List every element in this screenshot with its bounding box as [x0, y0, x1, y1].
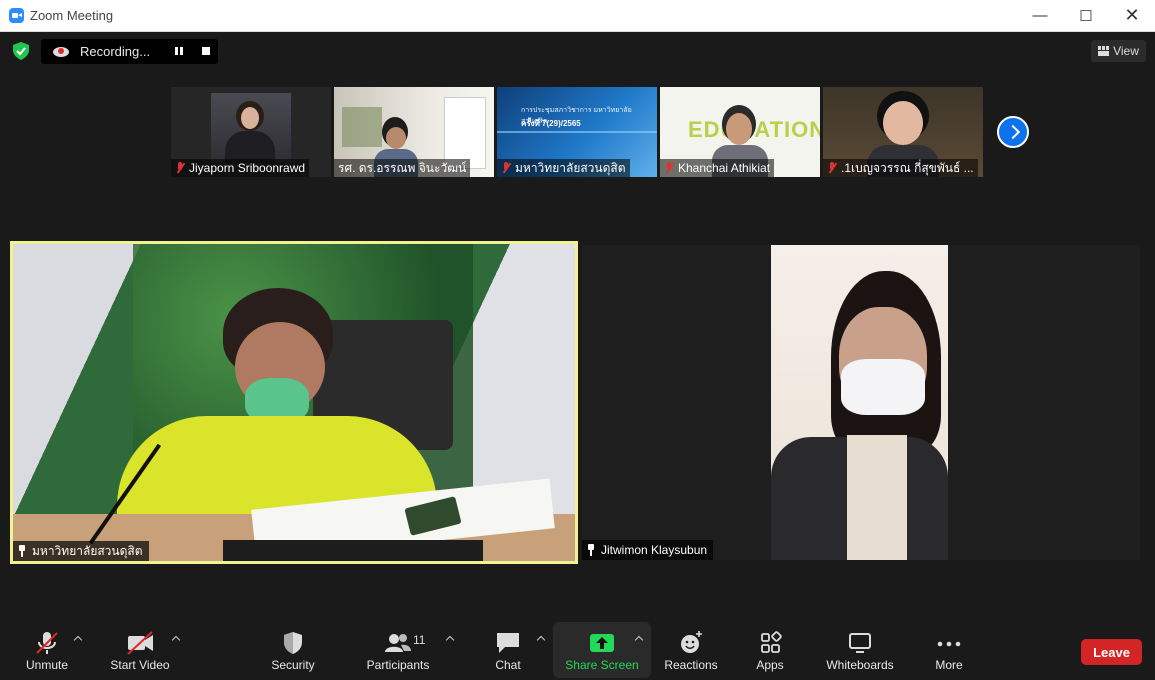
participant-thumbnail[interactable]: .1เบญจวรรณ กี่สุขพันธ์ ...	[823, 87, 983, 177]
participant-name: มหาวิทยาลัยสวนดุสิต	[32, 543, 143, 558]
view-label: View	[1113, 44, 1139, 58]
shield-icon	[284, 632, 302, 654]
participant-thumbnail[interactable]: EDUCATION Khanchai Athikiat	[660, 87, 820, 177]
unmute-button[interactable]: Unmute	[20, 622, 74, 678]
whiteboards-button[interactable]: Whiteboards	[821, 622, 899, 678]
chat-label: Chat	[495, 658, 521, 672]
participant-thumbnail[interactable]: การประชุมสภาวิชาการ มหาวิทยาลัยสวนดุสิต …	[497, 87, 657, 177]
thumbnail-name-tag: Jiyaporn Sriboonrawd	[171, 159, 310, 177]
participant-name: .1เบญจวรรณ กี่สุขพันธ์ ...	[841, 160, 974, 175]
pin-icon	[17, 545, 27, 557]
more-button[interactable]: More	[929, 622, 969, 678]
view-button[interactable]: View	[1091, 40, 1146, 62]
recording-indicator: Recording...	[41, 39, 218, 64]
participant-thumbnail[interactable]: รศ. ดร.อรรณพ จินะวัฒน์	[334, 87, 494, 177]
pin-icon	[586, 544, 596, 556]
whiteboard-icon	[849, 633, 871, 653]
tile-name-tag: มหาวิทยาลัยสวนดุสิต	[13, 541, 149, 561]
participants-options-caret[interactable]	[445, 634, 455, 644]
reactions-button[interactable]: Reactions	[661, 622, 721, 678]
participants-label: Participants	[366, 658, 430, 672]
participant-thumbnail[interactable]: Jiyaporn Sriboonrawd	[171, 87, 331, 177]
recording-label: Recording...	[80, 44, 151, 59]
window-title: Zoom Meeting	[30, 8, 114, 23]
meeting-toolbar: Unmute Start Video Security Participants…	[0, 622, 1155, 680]
reactions-label: Reactions	[664, 658, 718, 672]
zoom-logo-icon	[9, 8, 24, 23]
mic-muted-icon	[501, 162, 511, 174]
chat-bubble-icon	[497, 633, 519, 653]
video-feed	[771, 245, 948, 560]
next-page-arrow-icon[interactable]	[997, 116, 1029, 148]
start-video-label: Start Video	[110, 658, 170, 672]
apps-grid-icon	[761, 631, 782, 653]
video-options-caret[interactable]	[171, 634, 181, 644]
apps-button[interactable]: Apps	[750, 622, 790, 678]
video-feed	[211, 93, 291, 163]
slide-subtitle: ครั้งที่ 7(29)/2565	[521, 119, 581, 128]
mic-muted-icon	[664, 162, 674, 174]
thumbnail-name-tag: รศ. ดร.อรรณพ จินะวัฒน์	[334, 159, 471, 177]
chat-options-caret[interactable]	[536, 634, 546, 644]
microphone-muted-icon	[36, 632, 58, 654]
participant-name: Jitwimon Klaysubun	[601, 543, 708, 557]
share-screen-arrow-icon	[590, 634, 614, 652]
encryption-shield-icon[interactable]	[13, 42, 29, 60]
minimize-button[interactable]: —	[1017, 0, 1063, 31]
participant-name: มหาวิทยาลัยสวนดุสิต	[515, 160, 626, 175]
whiteboards-label: Whiteboards	[826, 658, 894, 672]
maximize-button[interactable]: ☐	[1063, 0, 1109, 31]
participant-name: รศ. ดร.อรรณพ จินะวัฒน์	[338, 160, 467, 175]
share-options-caret[interactable]	[634, 634, 644, 644]
leave-button[interactable]: Leave	[1081, 639, 1142, 665]
participant-name: Jiyaporn Sriboonrawd	[189, 161, 306, 175]
video-camera-off-icon	[127, 631, 153, 655]
security-button[interactable]: Security	[266, 622, 320, 678]
more-dots-icon	[937, 641, 961, 647]
grid-view-icon	[1098, 46, 1110, 56]
share-screen-button[interactable]: Share Screen	[553, 622, 651, 678]
thumbnail-name-tag: Khanchai Athikiat	[660, 159, 775, 177]
participants-count: 11	[413, 633, 426, 647]
active-speaker-tile[interactable]: มหาวิทยาลัยสวนดุสิต	[10, 241, 578, 564]
title-bar: Zoom Meeting — ☐ ✕	[0, 0, 1155, 32]
share-screen-label: Share Screen	[565, 658, 639, 672]
cloud-record-icon	[53, 47, 69, 57]
audio-options-caret[interactable]	[73, 634, 83, 644]
apps-label: Apps	[756, 658, 784, 672]
security-label: Security	[271, 658, 315, 672]
close-button[interactable]: ✕	[1109, 0, 1155, 31]
participant-name: Khanchai Athikiat	[678, 161, 771, 175]
chat-button[interactable]: Chat	[490, 622, 526, 678]
participants-button[interactable]: Participants	[364, 622, 432, 678]
smiley-add-icon	[681, 631, 702, 653]
tile-name-tag: Jitwimon Klaysubun	[582, 540, 714, 560]
unmute-label: Unmute	[25, 658, 69, 672]
thumbnail-name-tag: .1เบญจวรรณ กี่สุขพันธ์ ...	[823, 159, 978, 177]
mic-muted-icon	[827, 162, 837, 174]
participant-tile[interactable]: Jitwimon Klaysubun	[582, 245, 1140, 560]
mic-muted-icon	[175, 162, 185, 174]
more-label: More	[935, 658, 963, 672]
pause-recording-button[interactable]	[174, 46, 184, 56]
start-video-button[interactable]: Start Video	[106, 622, 174, 678]
participants-icon	[385, 634, 411, 652]
stop-recording-button[interactable]	[202, 47, 210, 55]
thumbnail-name-tag: มหาวิทยาลัยสวนดุสิต	[497, 159, 630, 177]
